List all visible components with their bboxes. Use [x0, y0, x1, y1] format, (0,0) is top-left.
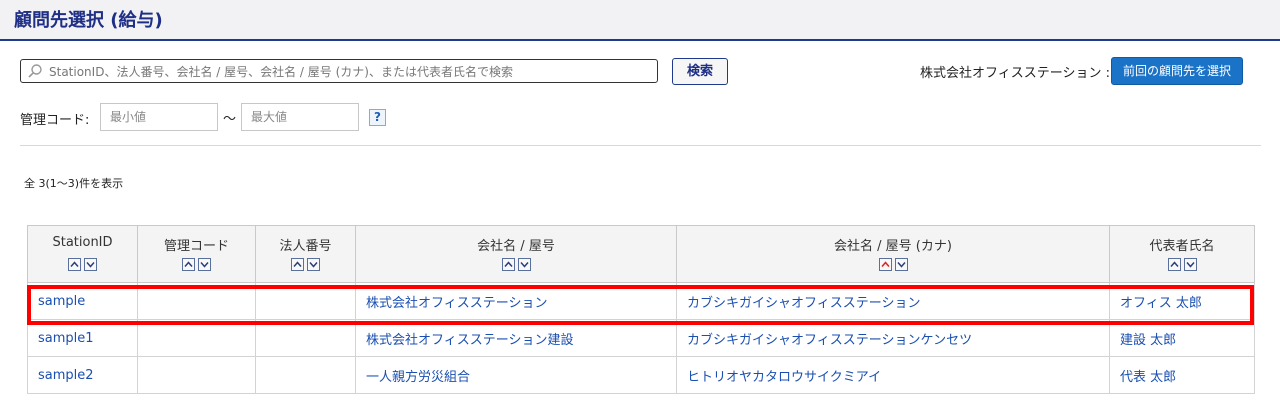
- cell-company-name[interactable]: 株式会社オフィスステーション建設: [355, 319, 677, 357]
- sort-descending-icon[interactable]: [198, 258, 211, 271]
- table-row[interactable]: sample 株式会社オフィスステーション カブシキガイシャオフィスステーション オフ…: [27, 282, 1255, 320]
- select-previous-client-button[interactable]: 前回の顧問先を選択: [1111, 57, 1243, 85]
- column-header-station-id: StationID: [27, 225, 138, 283]
- column-header-label: StationID: [52, 235, 113, 250]
- sort-descending-icon[interactable]: [1183, 258, 1197, 271]
- search-icon: [27, 63, 43, 79]
- sort-ascending-icon[interactable]: [182, 258, 195, 271]
- column-header-label: 管理コード: [163, 239, 229, 254]
- cell-station-id[interactable]: sample: [27, 282, 138, 320]
- sort-controls: [1167, 258, 1197, 271]
- code-min-input[interactable]: [100, 103, 218, 131]
- cell-representative-name[interactable]: オフィス 太郎: [1109, 282, 1255, 320]
- sort-controls: [182, 258, 211, 271]
- cell-representative-name[interactable]: 建設 太郎: [1109, 319, 1255, 357]
- cell-station-id[interactable]: sample2: [27, 356, 138, 394]
- search-input[interactable]: [47, 61, 651, 83]
- code-max-input[interactable]: [241, 103, 359, 131]
- sort-descending-icon[interactable]: [84, 258, 97, 271]
- client-table: StationID 管理コード 法人番号 会社名 / 屋号 会社名 / 屋号 (カナ) 代…: [27, 225, 1255, 394]
- column-header-company-name: 会社名 / 屋号: [355, 225, 677, 283]
- cell-company-name-kana[interactable]: カブシキガイシャオフィスステーション: [676, 282, 1110, 320]
- cell-corporate-number: [255, 356, 356, 394]
- cell-company-name-kana[interactable]: カブシキガイシャオフィスステーションケンセツ: [676, 319, 1110, 357]
- column-header-label: 会社名 / 屋号: [477, 239, 555, 254]
- cell-corporate-number: [255, 282, 356, 320]
- column-header-label: 会社名 / 屋号 (カナ): [834, 239, 952, 254]
- sort-ascending-icon[interactable]: [878, 258, 892, 271]
- sort-ascending-icon[interactable]: [1167, 258, 1181, 271]
- table-row[interactable]: sample2 一人親方労災組合 ヒトリオヤカタロウサイクミアイ 代表 太郎: [27, 356, 1255, 394]
- sort-ascending-icon[interactable]: [291, 258, 304, 271]
- range-separator: 〜: [223, 112, 237, 127]
- cell-company-name-kana[interactable]: ヒトリオヤカタロウサイクミアイ: [676, 356, 1110, 394]
- cell-corporate-number: [255, 319, 356, 357]
- column-header-label: 法人番号: [279, 239, 332, 254]
- sort-descending-icon[interactable]: [517, 258, 531, 271]
- sort-ascending-icon[interactable]: [68, 258, 81, 271]
- sort-controls: [291, 258, 320, 271]
- cell-company-name[interactable]: 一人親方労災組合: [355, 356, 677, 394]
- search-box[interactable]: [20, 59, 658, 83]
- cell-company-name[interactable]: 株式会社オフィスステーション: [355, 282, 677, 320]
- cell-management-code: [137, 282, 256, 320]
- page-title: 顧問先選択 (給与): [14, 10, 163, 31]
- column-header-management-code: 管理コード: [137, 225, 256, 283]
- sort-ascending-icon[interactable]: [501, 258, 515, 271]
- sort-controls: [878, 258, 908, 271]
- search-button[interactable]: 検索: [672, 58, 728, 85]
- column-header-company-name-kana: 会社名 / 屋号 (カナ): [676, 225, 1110, 283]
- sort-descending-icon[interactable]: [307, 258, 320, 271]
- current-company-label: 株式会社オフィスステーション :: [920, 66, 1110, 81]
- sort-controls: [68, 258, 97, 271]
- column-header-representative-name: 代表者氏名: [1109, 225, 1255, 283]
- column-header-label: 代表者氏名: [1149, 239, 1215, 254]
- cell-station-id[interactable]: sample1: [27, 319, 138, 357]
- cell-management-code: [137, 356, 256, 394]
- table-header-row: StationID 管理コード 法人番号 会社名 / 屋号 会社名 / 屋号 (カナ) 代…: [27, 225, 1255, 283]
- cell-representative-name[interactable]: 代表 太郎: [1109, 356, 1255, 394]
- sort-controls: [501, 258, 531, 271]
- cell-management-code: [137, 319, 256, 357]
- sort-descending-icon[interactable]: [894, 258, 908, 271]
- table-row[interactable]: sample1 株式会社オフィスステーション建設 カブシキガイシャオフィスステーショ…: [27, 319, 1255, 357]
- column-header-corporate-number: 法人番号: [255, 225, 356, 283]
- management-code-label: 管理コード:: [20, 113, 90, 128]
- result-count: 全 3(1〜3)件を表示: [24, 177, 124, 190]
- help-icon[interactable]: ?: [369, 109, 386, 126]
- divider: [20, 145, 1261, 146]
- title-bar: 顧問先選択 (給与): [0, 0, 1280, 41]
